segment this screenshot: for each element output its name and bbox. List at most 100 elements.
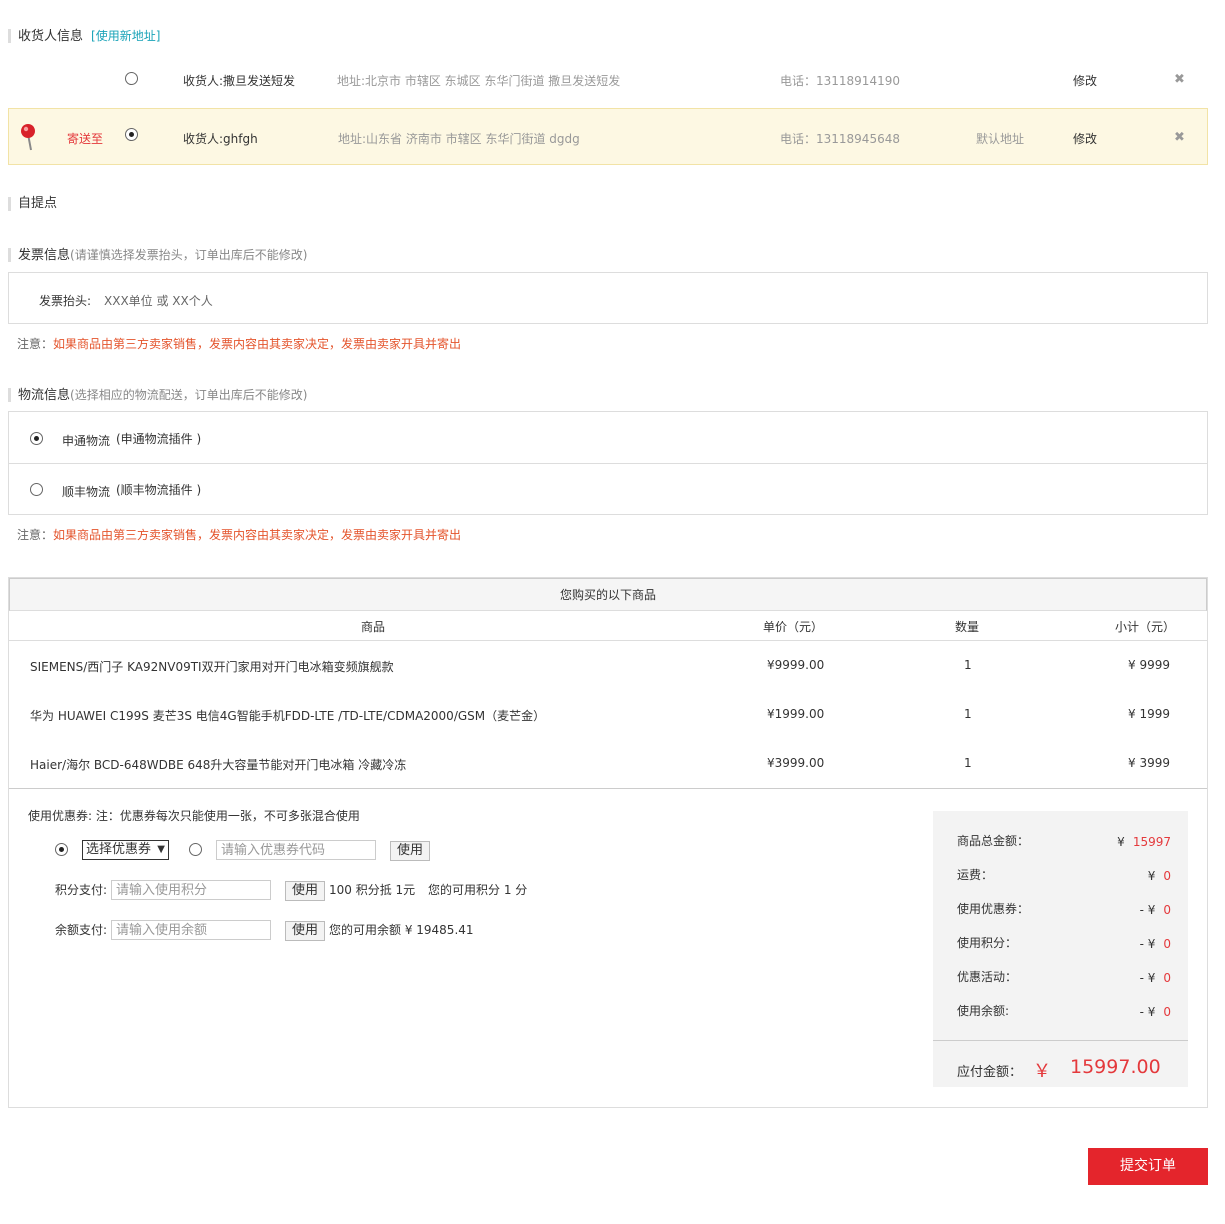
currency-sign: ¥ bbox=[1147, 869, 1156, 883]
edit-address-button-2[interactable]: 修改 bbox=[1073, 130, 1097, 147]
balance-input[interactable] bbox=[111, 920, 271, 940]
pickup-section-title: 自提点 bbox=[8, 197, 57, 211]
table-divider bbox=[9, 788, 1207, 789]
product-subtotal: ¥ 1999 bbox=[1128, 707, 1170, 721]
coupon-title: 使用优惠券: 注：优惠券每次只能使用一张，不可多张混合使用 bbox=[28, 809, 360, 823]
balance-label: 余额支付: bbox=[55, 923, 108, 937]
col-goods: 商品 bbox=[361, 620, 386, 634]
summary-label-total: 商品总金额： bbox=[957, 834, 1030, 848]
coupon-use-button[interactable]: 使用 bbox=[390, 841, 430, 861]
logistics-note-text: 如果商品由第三方卖家销售，发票内容由其卖家决定，发票由卖家开具并寄出 bbox=[53, 528, 462, 542]
summary-label-promotion: 优惠活动： bbox=[957, 970, 1018, 984]
invoice-title: 发票信息 bbox=[18, 248, 71, 263]
col-qty: 数量 bbox=[955, 620, 980, 634]
payable-label: 应付金额： bbox=[957, 1065, 1023, 1080]
address-detail-2: 地址:山东省 济南市 市辖区 东华门街道 dgdg bbox=[338, 132, 580, 146]
summary-label-balance: 使用余额: bbox=[957, 1004, 1010, 1018]
logistics-radio-2[interactable] bbox=[30, 483, 43, 496]
logistics-radio-1[interactable] bbox=[30, 432, 43, 445]
summary-value-balance: - ¥ 0 bbox=[1140, 1005, 1171, 1019]
product-name[interactable]: Haier/海尔 BCD-648WDBE 648升大容量节能对开门电冰箱 冷藏冷… bbox=[30, 756, 406, 773]
logistics-name-1: 申通物流 bbox=[62, 434, 111, 448]
default-address-badge: 默认地址 bbox=[976, 132, 1025, 146]
amount: 0 bbox=[1163, 937, 1171, 951]
invoice-box: 发票抬头: XXX单位 或 XX个人 bbox=[8, 272, 1208, 324]
currency-sign: - ¥ bbox=[1139, 903, 1156, 917]
product-qty: 1 bbox=[964, 756, 972, 770]
address-row-2[interactable]: 寄送至 收货人:ghfgh 地址:山东省 济南市 市辖区 东华门街道 dgdg … bbox=[8, 108, 1208, 165]
location-pin-icon bbox=[21, 124, 35, 151]
balance-use-button[interactable]: 使用 bbox=[285, 921, 325, 941]
order-summary: 商品总金额： ¥15997 运费： ¥0 使用优惠券： - ¥ 0 使用积分： -… bbox=[933, 811, 1188, 1087]
col-price: 单价（元） bbox=[763, 620, 824, 634]
amount: 0 bbox=[1163, 1005, 1171, 1019]
address-name-2: 收货人:ghfgh bbox=[183, 132, 258, 146]
product-price: ¥9999.00 bbox=[767, 658, 825, 672]
currency-sign: ¥ bbox=[1117, 835, 1125, 849]
invoice-value[interactable]: XXX单位 或 XX个人 bbox=[104, 292, 213, 309]
product-subtotal: ¥ 3999 bbox=[1128, 756, 1170, 770]
logistics-option-1[interactable]: 申通物流 (申通物流插件 ) bbox=[8, 411, 1208, 464]
logistics-option-2[interactable]: 顺丰物流 (顺丰物流插件 ) bbox=[8, 463, 1208, 515]
goods-table-header: 商品 单价（元） 数量 小计（元） bbox=[9, 611, 1207, 641]
submit-order-button[interactable]: 提交订单 bbox=[1088, 1148, 1208, 1185]
address-phone-2: 电话：13118945648 bbox=[780, 132, 900, 146]
points-rule: 100 积分抵 1元 bbox=[329, 883, 416, 897]
invoice-hint: (请谨慎选择发票抬头，订单出库后不能修改) bbox=[70, 248, 308, 262]
chevron-down-icon: ▼ bbox=[157, 844, 165, 855]
summary-value-shipping: ¥0 bbox=[1148, 869, 1171, 883]
invoice-note: 注意：如果商品由第三方卖家销售，发票内容由其卖家决定，发票由卖家开具并寄出 bbox=[17, 335, 461, 352]
points-label: 积分支付: bbox=[55, 883, 108, 897]
coupon-code-input[interactable] bbox=[216, 840, 376, 860]
address-row-1[interactable]: 收货人:撒旦发送短发 地址:北京市 市辖区 东城区 东华门街道 撒旦发送短发 电… bbox=[8, 52, 1208, 109]
points-use-button[interactable]: 使用 bbox=[285, 881, 325, 901]
address-name-1: 收货人:撒旦发送短发 bbox=[183, 74, 296, 88]
invoice-label: 发票抬头: bbox=[39, 294, 92, 308]
summary-value-total: ¥15997 bbox=[1117, 835, 1171, 849]
product-name[interactable]: SIEMENS/西门子 KA92NV09TI双开门家用对开门电冰箱变频旗舰款 bbox=[30, 658, 394, 675]
send-to-label: 寄送至 bbox=[67, 132, 104, 146]
product-qty: 1 bbox=[964, 707, 972, 721]
summary-value-coupon: - ¥ 0 bbox=[1140, 903, 1171, 917]
logistics-note: 注意：如果商品由第三方卖家销售，发票内容由其卖家决定，发票由卖家开具并寄出 bbox=[17, 526, 461, 543]
delete-address-icon-2[interactable]: ✖ bbox=[1174, 130, 1185, 145]
coupon-code-radio[interactable] bbox=[189, 843, 202, 856]
coupon-select-value: 选择优惠券 bbox=[86, 842, 152, 857]
summary-label-coupon: 使用优惠券： bbox=[957, 902, 1030, 916]
product-qty: 1 bbox=[964, 658, 972, 672]
currency-sign: - ¥ bbox=[1139, 937, 1156, 951]
balance-available: 您的可用余额 ¥ 19485.41 bbox=[329, 923, 474, 937]
order-panel: 您购买的以下商品 商品 单价（元） 数量 小计（元） SIEMENS/西门子 K… bbox=[8, 577, 1208, 1108]
table-row: 华为 HUAWEI C199S 麦芒3S 电信4G智能手机FDD-LTE /TD… bbox=[9, 690, 1207, 739]
invoice-note-prefix: 注意： bbox=[17, 337, 54, 351]
currency-sign: - ¥ bbox=[1139, 971, 1156, 985]
amount: 0 bbox=[1163, 903, 1171, 917]
summary-label-shipping: 运费： bbox=[957, 868, 994, 882]
product-price: ¥3999.00 bbox=[767, 756, 825, 770]
payable-amount: 15997.00 bbox=[1070, 1056, 1161, 1078]
currency-sign: - ¥ bbox=[1139, 1005, 1156, 1019]
goods-table-title: 您购买的以下商品 bbox=[9, 578, 1207, 611]
address-detail-1: 地址:北京市 市辖区 东城区 东华门街道 撒旦发送短发 bbox=[337, 74, 621, 88]
coupon-select[interactable]: 选择优惠券 ▼ bbox=[82, 840, 169, 860]
points-available: 您的可用积分 1 分 bbox=[428, 883, 528, 897]
delete-address-icon-1[interactable]: ✖ bbox=[1174, 72, 1185, 87]
address-radio-2[interactable] bbox=[125, 128, 138, 141]
logistics-plugin-2: (顺丰物流插件 ) bbox=[116, 483, 202, 497]
logistics-section-title: 物流信息(选择相应的物流配送，订单出库后不能修改) bbox=[8, 388, 307, 403]
product-name[interactable]: 华为 HUAWEI C199S 麦芒3S 电信4G智能手机FDD-LTE /TD… bbox=[30, 707, 545, 724]
address-radio-1[interactable] bbox=[125, 72, 138, 85]
edit-address-button-1[interactable]: 修改 bbox=[1073, 72, 1097, 89]
summary-label-points: 使用积分： bbox=[957, 936, 1018, 950]
receiver-title: 收货人信息 bbox=[18, 29, 84, 44]
table-row: Haier/海尔 BCD-648WDBE 648升大容量节能对开门电冰箱 冷藏冷… bbox=[9, 739, 1207, 788]
amount: 15997 bbox=[1132, 835, 1171, 849]
product-price: ¥1999.00 bbox=[767, 707, 825, 721]
new-address-link[interactable]: [使用新地址] bbox=[91, 29, 160, 43]
summary-value-points: - ¥ 0 bbox=[1140, 937, 1171, 951]
payable-sign: ￥ bbox=[1033, 1061, 1051, 1082]
address-phone-1: 电话：13118914190 bbox=[780, 74, 900, 88]
col-subtotal: 小计（元） bbox=[1115, 620, 1176, 634]
coupon-select-radio[interactable] bbox=[55, 843, 68, 856]
points-input[interactable] bbox=[111, 880, 271, 900]
